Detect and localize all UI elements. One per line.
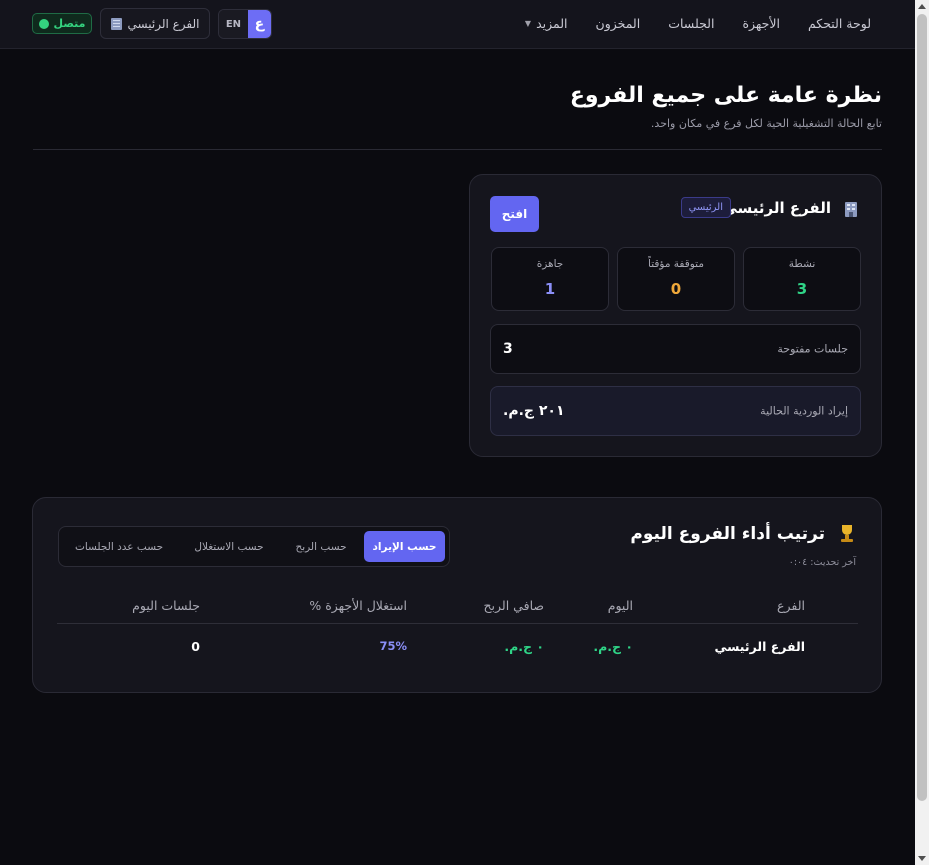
cell-sessions: 0 (191, 639, 200, 654)
nav-link-sessions[interactable]: الجلسات (668, 16, 714, 31)
lang-en-button[interactable]: EN (219, 10, 248, 38)
building-icon (110, 17, 122, 30)
top-navbar: لوحة التحكم الأجهزة الجلسات المخزون المز… (0, 0, 915, 49)
tab-by-revenue[interactable]: حسب الإيراد (364, 531, 445, 562)
stat-paused: متوقفة مؤقتاً 0 (617, 247, 735, 311)
page-title: نظرة عامة على جميع الفروع (569, 83, 882, 108)
shift-revenue-row: إيراد الوردية الحالية ٢٠١ ج.م. (490, 386, 861, 436)
page-subtitle: تابع الحالة التشغيلية الحية لكل فرع في م… (650, 117, 882, 130)
open-sessions-value: 3 (503, 341, 513, 357)
lang-ar-button[interactable]: ع (247, 10, 271, 38)
connection-status-badge: متصل (32, 13, 92, 34)
cell-today: ٠ ج.م. (593, 639, 633, 654)
caret-down-icon: ▼ (524, 18, 532, 28)
table-header-divider (57, 623, 858, 624)
stat-value: 1 (544, 280, 556, 298)
column-header-utilization: استغلال الأجهزة % (309, 598, 407, 613)
column-header-net-profit: صافي الربح (483, 598, 544, 613)
column-header-sessions: جلسات اليوم (132, 598, 200, 613)
branch-card: الفرع الرئيسي الرئيسي افتح نشطة 3 متوقفة… (469, 174, 882, 457)
building-icon (844, 201, 858, 221)
branch-name: الفرع الرئيسي (722, 199, 831, 217)
scrollbar-thumb[interactable] (917, 14, 927, 801)
status-dot-icon (38, 18, 49, 29)
page-scrollbar[interactable] (915, 0, 929, 865)
nav-more-dropdown[interactable]: المزيد ▼ (525, 16, 568, 31)
app-root: لوحة التحكم الأجهزة الجلسات المخزون المز… (0, 0, 915, 865)
shift-revenue-label: إيراد الوردية الحالية (760, 404, 848, 418)
cell-branch: الفرع الرئيسي (714, 639, 805, 654)
cell-net-profit: ٠ ج.م. (504, 639, 544, 654)
connection-status-label: متصل (53, 17, 86, 30)
nav-link-inventory[interactable]: المخزون (596, 16, 641, 31)
last-updated: آخر تحديث: ٠:٠٤ (788, 557, 856, 568)
tab-by-utilization[interactable]: حسب الاستغلال (181, 531, 277, 562)
branch-ranking-panel: ترتيب أداء الفروع اليوم آخر تحديث: ٠:٠٤ … (32, 497, 882, 693)
ranking-tabs: حسب الإيراد حسب الربح حسب الاستغلال حسب … (58, 526, 450, 567)
stat-value: 0 (670, 280, 682, 298)
stat-value: 3 (796, 280, 808, 298)
nav-link-dashboard[interactable]: لوحة التحكم (808, 16, 871, 31)
nav-link-devices[interactable]: الأجهزة (742, 16, 780, 31)
column-header-branch: الفرع (777, 598, 805, 613)
language-toggle: EN ع (218, 9, 272, 39)
branch-selector[interactable]: الفرع الرئيسي (100, 8, 210, 39)
stat-label: متوقفة مؤقتاً (648, 258, 704, 270)
main-branch-badge: الرئيسي (680, 197, 731, 218)
nav-links: لوحة التحكم الأجهزة الجلسات المخزون المز… (525, 0, 871, 46)
scroll-up-icon[interactable] (918, 4, 926, 9)
open-sessions-label: جلسات مفتوحة (777, 342, 848, 356)
stat-ready: جاهزة 1 (491, 247, 609, 311)
stat-active: نشطة 3 (743, 247, 861, 311)
tab-by-profit[interactable]: حسب الربح (284, 531, 358, 562)
ranking-title: ترتيب أداء الفروع اليوم (630, 524, 825, 544)
trophy-icon (839, 525, 855, 543)
nav-more-label: المزيد (536, 15, 568, 31)
branch-selector-label: الفرع الرئيسي (127, 16, 200, 31)
header-divider (33, 149, 882, 150)
open-branch-button[interactable]: افتح (490, 196, 539, 232)
scroll-down-icon[interactable] (918, 856, 926, 861)
cell-utilization: 75% (379, 639, 407, 653)
stat-label: نشطة (788, 258, 816, 270)
stat-label: جاهزة (536, 258, 564, 270)
column-header-today: اليوم (607, 598, 633, 613)
shift-revenue-value: ٢٠١ ج.م. (503, 403, 565, 419)
tab-by-sessions[interactable]: حسب عدد الجلسات (64, 531, 174, 562)
open-sessions-row: جلسات مفتوحة 3 (490, 324, 861, 374)
